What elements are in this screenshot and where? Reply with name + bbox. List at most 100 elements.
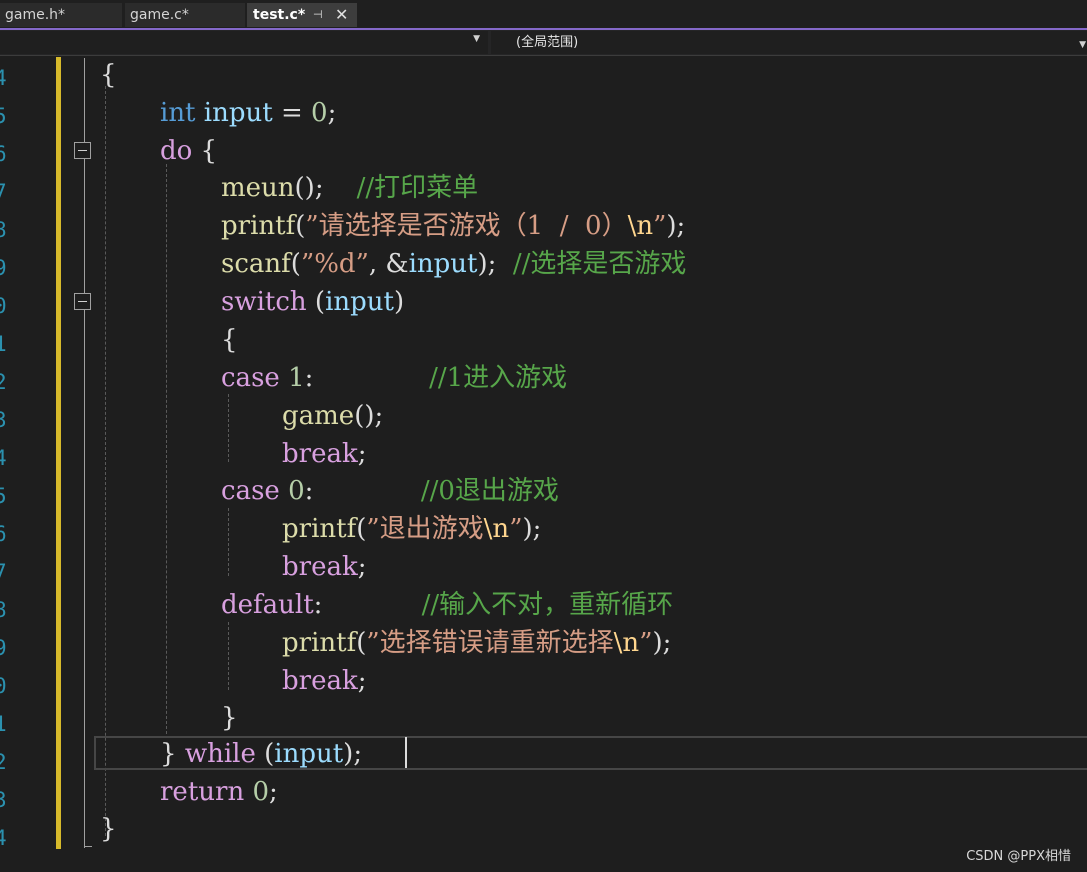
- indent-guide: [228, 622, 229, 690]
- line-number: 4: [0, 826, 7, 850]
- code-line: case 0: //0退出游戏: [221, 472, 559, 510]
- function: meun: [221, 173, 295, 203]
- code-line: break;: [282, 548, 366, 586]
- punctuation: :: [304, 476, 421, 506]
- scope-dropdown-value: (全局范围): [516, 35, 579, 50]
- line-number: 1: [0, 712, 7, 736]
- chevron-down-icon: ▼: [1079, 40, 1086, 50]
- code-line: printf(”选择错误请重新选择\n”);: [282, 624, 671, 662]
- keyword: break: [282, 666, 358, 696]
- operator: =: [272, 98, 312, 128]
- punctuation: :: [304, 363, 430, 393]
- punctuation: ;: [357, 666, 367, 696]
- code-line: scanf(”%d”, &input); //选择是否游戏: [221, 245, 686, 283]
- tab-label: game.h*: [5, 7, 66, 23]
- keyword: switch: [221, 287, 307, 317]
- keyword: break: [282, 552, 358, 582]
- variable: input: [203, 98, 273, 128]
- navigation-bar: ▼ (全局范围) ▼: [0, 30, 1087, 56]
- text-caret: [405, 737, 407, 768]
- function: printf: [282, 628, 357, 658]
- line-number: 5: [0, 104, 7, 128]
- punctuation: [280, 363, 288, 393]
- keyword: do: [160, 136, 193, 166]
- collapse-do-block-button[interactable]: [74, 142, 91, 159]
- keyword: while: [184, 739, 256, 769]
- number: 1: [288, 363, 305, 393]
- function: printf: [282, 514, 357, 544]
- keyword: return: [160, 777, 245, 807]
- scope-dropdown[interactable]: (全局范围) ▼: [491, 31, 1087, 54]
- punctuation: :: [313, 590, 422, 620]
- comment: //输入不对，重新循环: [421, 590, 674, 620]
- tab-test-c[interactable]: test.c* ⊣ ✕: [247, 3, 357, 27]
- brace: }: [100, 814, 117, 844]
- punctuation: ();: [294, 173, 357, 203]
- number: 0: [252, 777, 269, 807]
- code-line: default: //输入不对，重新循环: [221, 586, 673, 624]
- code-line: return 0;: [160, 773, 278, 811]
- function: scanf: [221, 249, 291, 279]
- line-number: 6: [0, 522, 7, 546]
- chevron-down-icon: ▼: [473, 34, 480, 44]
- tab-game-h[interactable]: game.h*: [0, 3, 122, 27]
- outline-line: [84, 58, 85, 848]
- comment: //打印菜单: [356, 173, 479, 203]
- punctuation: ;: [327, 98, 337, 128]
- code-line: }: [221, 699, 238, 737]
- escape: \n: [613, 628, 640, 658]
- comment: //选择是否游戏: [512, 249, 687, 279]
- code-line: {: [221, 321, 238, 359]
- tab-game-c[interactable]: game.c*: [125, 3, 245, 27]
- line-number: 6: [0, 142, 7, 166]
- line-number: 8: [0, 218, 7, 242]
- punctuation: );: [522, 514, 542, 544]
- close-icon[interactable]: ✕: [335, 3, 348, 27]
- string: ”: [509, 514, 523, 544]
- tab-label: test.c*: [253, 7, 306, 23]
- outline-end: [84, 846, 92, 847]
- line-number: 4: [0, 446, 7, 470]
- project-dropdown[interactable]: ▼: [0, 31, 488, 54]
- collapse-switch-block-button[interactable]: [74, 293, 91, 310]
- keyword: case: [221, 363, 280, 393]
- string: ”请选择是否游戏（1 / 0）: [305, 211, 628, 241]
- indent-guide: [228, 394, 229, 462]
- code-editor[interactable]: 4 5 6 7 8 9 0 1 2 3 4 5 6 7 8 9 0 1 2 3 …: [0, 56, 1087, 872]
- brace: }: [221, 703, 238, 733]
- keyword: break: [282, 439, 358, 469]
- indent-guide: [166, 164, 167, 734]
- punctuation: [280, 476, 288, 506]
- code-line: game();: [282, 397, 383, 435]
- code-line: printf(”请选择是否游戏（1 / 0）\n”);: [221, 207, 685, 245]
- comment: //1进入游戏: [429, 363, 568, 393]
- line-number: 1: [0, 332, 7, 356]
- line-number: 8: [0, 598, 7, 622]
- punctuation: (: [295, 211, 306, 241]
- code-line: switch (input): [221, 283, 404, 321]
- line-number: 7: [0, 180, 7, 204]
- punctuation: (: [356, 514, 367, 544]
- string: ”退出游戏: [366, 514, 484, 544]
- punctuation: , &: [368, 249, 409, 279]
- variable: input: [325, 287, 394, 317]
- string: ”%d”: [300, 249, 369, 279]
- escape: \n: [627, 211, 654, 241]
- code-line: break;: [282, 662, 366, 700]
- code-line: case 1: //1进入游戏: [221, 359, 567, 397]
- line-number: 9: [0, 636, 7, 660]
- comment: //0退出游戏: [420, 476, 559, 506]
- punctuation: );: [477, 249, 513, 279]
- variable: input: [408, 249, 478, 279]
- code-line: do {: [160, 132, 217, 170]
- keyword: default: [221, 590, 314, 620]
- code-line: int input = 0;: [160, 94, 336, 132]
- tab-label: game.c*: [130, 7, 189, 23]
- line-number: 0: [0, 674, 7, 698]
- punctuation: ;: [357, 439, 367, 469]
- code-line: break;: [282, 435, 366, 473]
- function: game: [282, 401, 355, 431]
- brace: {: [100, 60, 117, 90]
- pin-icon[interactable]: ⊣: [313, 3, 323, 27]
- line-number: 2: [0, 750, 7, 774]
